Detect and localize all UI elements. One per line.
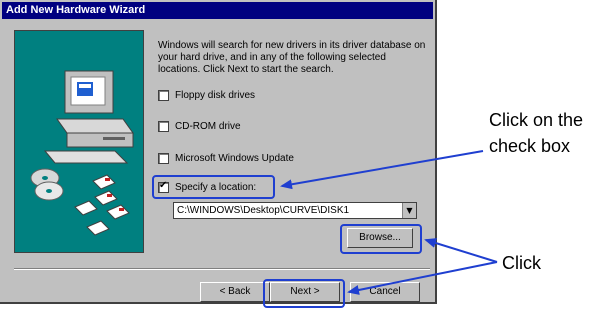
arrow-to-checkbox (280, 150, 484, 190)
callout-checkbox-line1: Click on the (489, 110, 584, 130)
arrow-to-browse (424, 238, 498, 263)
arrow-to-next (347, 261, 498, 295)
callout-checkbox-line2: check box (489, 136, 571, 156)
callout-click: Click (502, 253, 541, 273)
